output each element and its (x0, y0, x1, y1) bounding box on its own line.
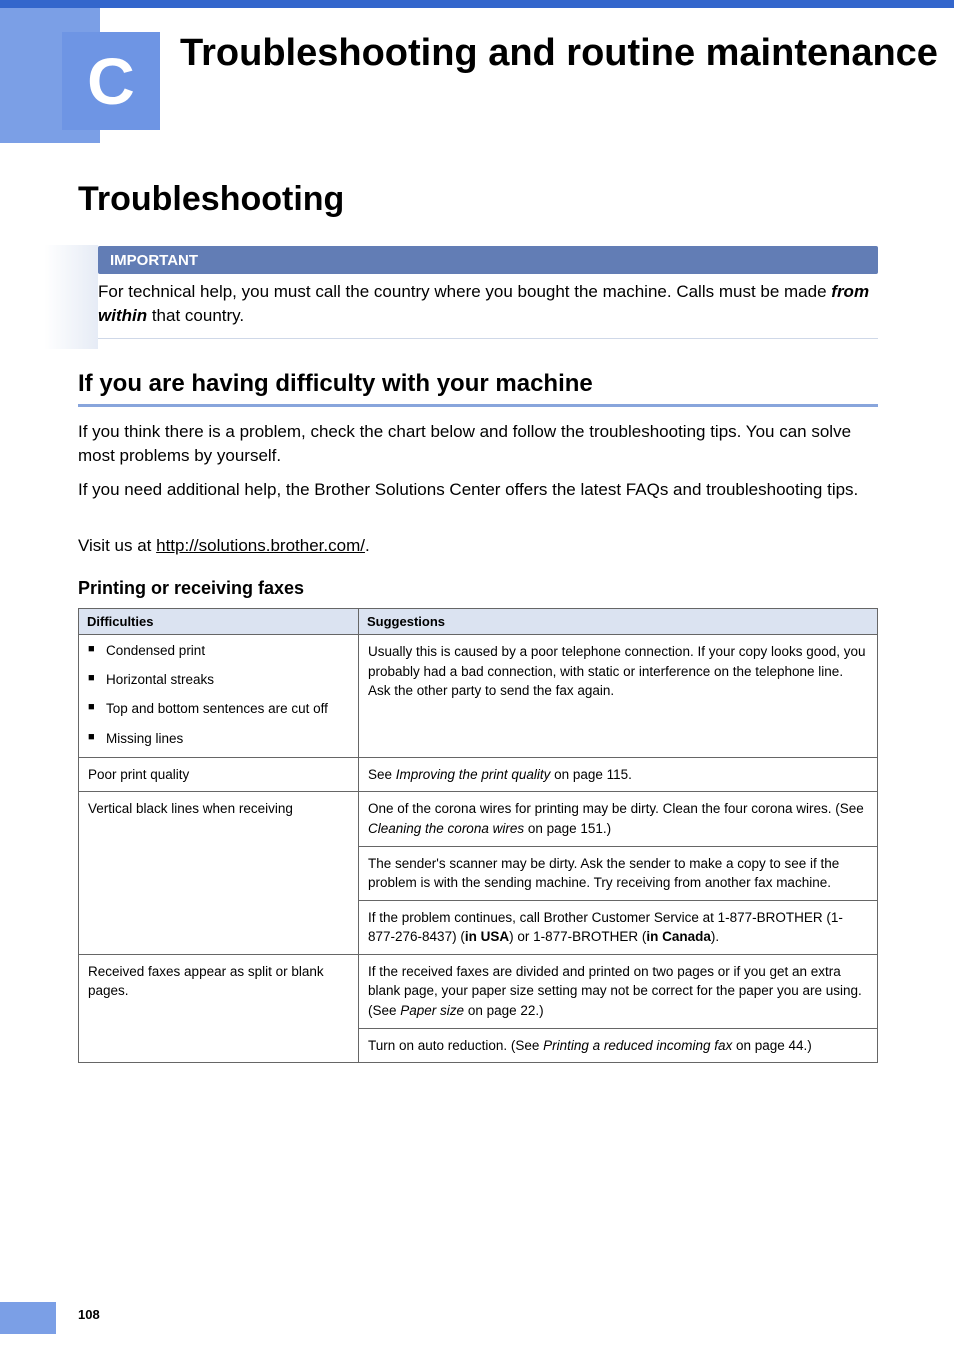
s2-after: on page 44.) (732, 1038, 812, 1053)
table-header-row: Difficulties Suggestions (79, 609, 878, 635)
list-item: Horizontal streaks (88, 671, 349, 689)
suggestion-em: Improving the print quality (396, 767, 551, 782)
suggestion-cell: The sender's scanner may be dirty. Ask t… (359, 846, 878, 900)
table-row: Vertical black lines when receiving One … (79, 792, 878, 846)
chapter-badge: C (62, 32, 160, 130)
difficulty-list: Condensed print Horizontal streaks Top a… (88, 642, 349, 748)
solutions-link[interactable]: http://solutions.brother.com/ (156, 536, 365, 555)
top-accent-bar (0, 0, 954, 8)
chapter-title: Troubleshooting and routine maintenance (180, 30, 938, 78)
subsection-rule (78, 404, 878, 407)
suggestion-cell: Usually this is caused by a poor telepho… (359, 635, 878, 758)
side-tab-decoration (0, 1302, 56, 1334)
s1-em: Paper size (400, 1003, 464, 1018)
troubleshooting-table: Difficulties Suggestions Condensed print… (78, 608, 878, 1063)
important-text-before: For technical help, you must call the co… (98, 282, 831, 301)
suggestion-cell: If the problem continues, call Brother C… (359, 900, 878, 954)
suggestion-cell: One of the corona wires for printing may… (359, 792, 878, 846)
difficulty-cell: Poor print quality (79, 757, 359, 792)
suggestion-before: See (368, 767, 396, 782)
table-heading: Printing or receiving faxes (78, 578, 304, 599)
body-paragraph-1: If you think there is a problem, check t… (78, 420, 878, 468)
page-number: 108 (78, 1307, 100, 1322)
s3-d: in Canada (646, 929, 711, 944)
section-heading: Troubleshooting (78, 180, 344, 219)
s2-em: Printing a reduced incoming fax (543, 1038, 732, 1053)
p3-before: Visit us at (78, 536, 156, 555)
difficulty-cell: Received faxes appear as split or blank … (79, 954, 359, 1062)
body-paragraph-3: Visit us at http://solutions.brother.com… (78, 534, 878, 558)
s1-after: on page 151.) (524, 821, 611, 836)
table-row: Received faxes appear as split or blank … (79, 954, 878, 1028)
table-header-suggestions: Suggestions (359, 609, 878, 635)
table-row: Poor print quality See Improving the pri… (79, 757, 878, 792)
s3-b: in USA (465, 929, 509, 944)
important-text: For technical help, you must call the co… (98, 280, 878, 339)
suggestion-cell: See Improving the print quality on page … (359, 757, 878, 792)
table-row: Condensed print Horizontal streaks Top a… (79, 635, 878, 758)
chapter-letter: C (87, 43, 135, 119)
suggestion-cell: If the received faxes are divided and pr… (359, 954, 878, 1028)
important-banner: IMPORTANT (98, 246, 878, 274)
list-item: Missing lines (88, 730, 349, 748)
s2-before: Turn on auto reduction. (See (368, 1038, 543, 1053)
s3-e: ). (711, 929, 719, 944)
difficulty-cell: Condensed print Horizontal streaks Top a… (79, 635, 359, 758)
list-item: Condensed print (88, 642, 349, 660)
list-item: Top and bottom sentences are cut off (88, 700, 349, 718)
s1-before: One of the corona wires for printing may… (368, 801, 864, 816)
table-header-difficulties: Difficulties (79, 609, 359, 635)
s1-em: Cleaning the corona wires (368, 821, 524, 836)
important-text-after: that country. (147, 306, 244, 325)
left-gradient-decoration (0, 245, 98, 349)
suggestion-cell: Turn on auto reduction. (See Printing a … (359, 1028, 878, 1063)
subsection-heading: If you are having difficulty with your m… (78, 370, 878, 404)
s1-after: on page 22.) (464, 1003, 544, 1018)
suggestion-after: on page 115. (550, 767, 632, 782)
p3-after: . (365, 536, 370, 555)
s3-c: ) or 1-877-BROTHER ( (509, 929, 646, 944)
body-paragraph-2: If you need additional help, the Brother… (78, 478, 878, 502)
important-label: IMPORTANT (110, 252, 198, 269)
difficulty-cell: Vertical black lines when receiving (79, 792, 359, 954)
